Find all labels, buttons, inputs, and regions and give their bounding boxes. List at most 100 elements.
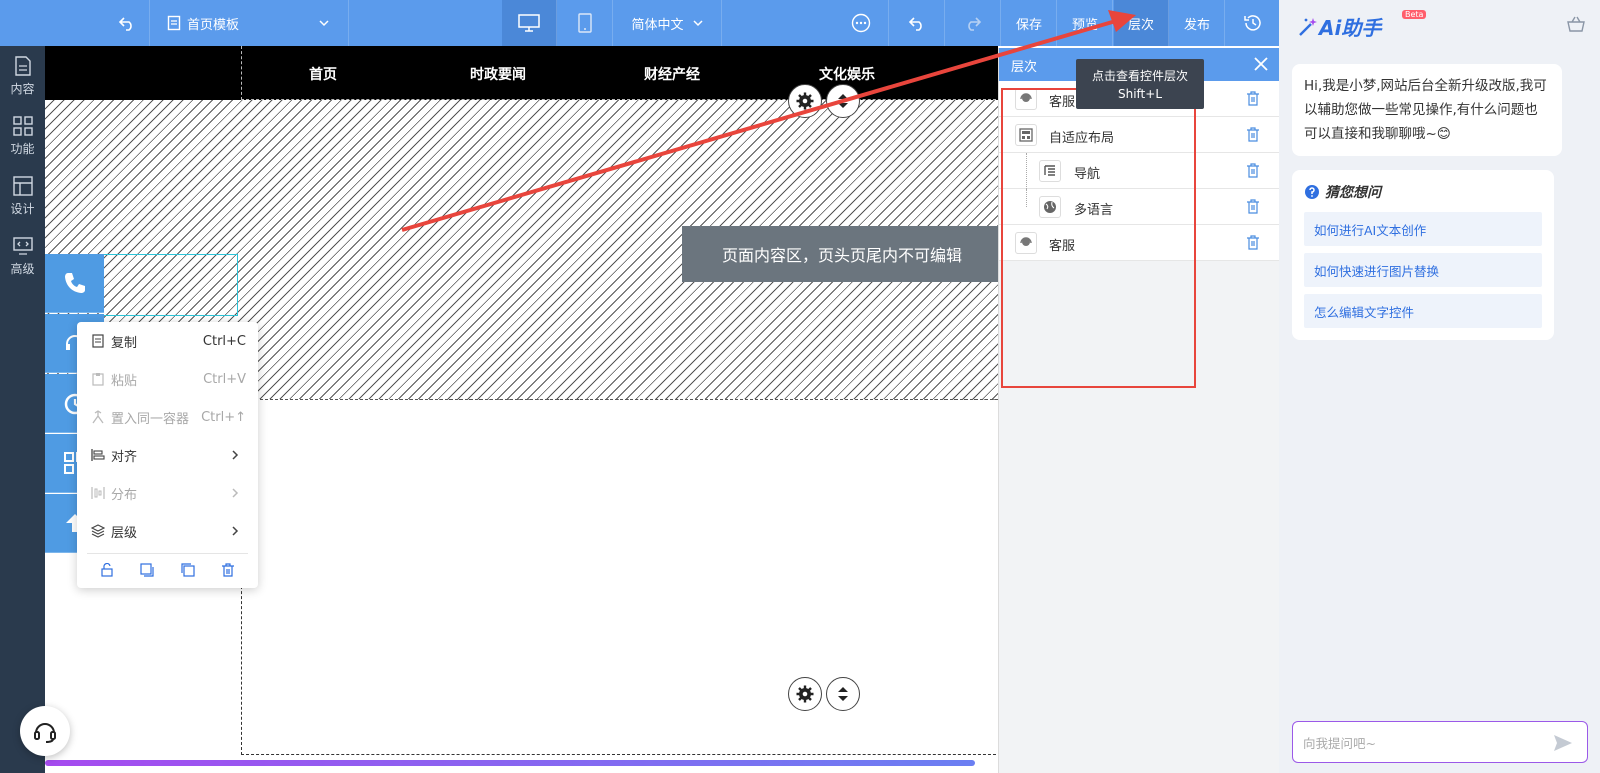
redo-icon — [968, 17, 982, 31]
language-select[interactable]: 简体中文 — [614, 0, 722, 46]
ai-input-box — [1292, 721, 1588, 763]
nav-function-label: 功能 — [10, 141, 35, 156]
layer-panel-title: 层次 — [1011, 60, 1038, 75]
suggested-questions-title: 猜您想问 — [1304, 182, 1381, 202]
back-button[interactable] — [105, 0, 150, 46]
context-menu: 复制 Ctrl+C 粘贴 Ctrl+V 置入同一容器 Ctrl+↑ 对齐 分布 … — [77, 322, 258, 588]
menu-distribute[interactable]: 分布 — [77, 474, 258, 512]
ai-logo: Ai助手 — [1297, 12, 1381, 41]
progress-gradient-bar — [45, 760, 975, 766]
chevron-right-icon — [232, 526, 239, 536]
menu-layer-label: 层级 — [111, 525, 138, 541]
undo-icon — [908, 17, 922, 31]
unlock-icon[interactable] — [100, 562, 114, 577]
nav-function[interactable]: 功能 — [0, 106, 45, 166]
ai-brand: Ai助手 — [1319, 16, 1382, 40]
guess-title-text: 猜您想问 — [1325, 185, 1381, 201]
layers-label: 层次 — [1127, 17, 1154, 33]
nav-dashed-boundary — [241, 46, 998, 100]
resize-vertical-icon — [838, 94, 848, 108]
layer-highlight-box — [1001, 88, 1196, 388]
menu-copy[interactable]: 复制 Ctrl+C — [77, 322, 258, 360]
nav-content[interactable]: 内容 — [0, 46, 45, 106]
content-area[interactable] — [241, 400, 998, 755]
more-button[interactable] — [834, 0, 889, 46]
publish-label: 发布 — [1183, 17, 1210, 33]
menu-copy-shortcut: Ctrl+C — [202, 333, 246, 349]
site-nav-politics[interactable]: 时政要闻 — [470, 64, 526, 84]
selected-widget-outline — [104, 254, 238, 316]
menu-layer[interactable]: 层级 — [77, 512, 258, 550]
beta-badge: Beta — [1402, 10, 1427, 19]
trash-icon[interactable] — [1246, 199, 1260, 214]
suggested-question-1[interactable]: 如何进行AI文本创作 — [1304, 212, 1542, 246]
menu-align-label: 对齐 — [111, 449, 138, 465]
menu-paste-shortcut: Ctrl+V — [203, 371, 246, 387]
trash-icon[interactable] — [221, 562, 235, 577]
section-settings-button[interactable] — [788, 84, 822, 118]
history-icon — [1243, 15, 1261, 31]
gear-icon — [796, 685, 814, 703]
ai-question-input[interactable] — [1303, 732, 1543, 754]
tooltip-shortcut: Shift+L — [1117, 87, 1162, 101]
layers-button[interactable]: 层次 — [1114, 0, 1169, 46]
bring-front-icon[interactable] — [140, 562, 154, 577]
close-icon[interactable] — [1252, 55, 1270, 73]
chevron-down-icon — [692, 20, 703, 27]
tooltip-text: 点击查看控件层次 — [1091, 69, 1188, 83]
site-nav-finance[interactable]: 财经产经 — [644, 64, 700, 84]
suggested-questions-card: 猜您想问 如何进行AI文本创作 如何快速进行图片替换 怎么编辑文字控件 — [1292, 170, 1554, 340]
top-toolbar: 首页模板 简体中文 保存 预览 层次 发布 — [0, 0, 1279, 46]
grid-icon — [12, 115, 33, 136]
send-back-icon[interactable] — [181, 562, 195, 577]
content-resize-button[interactable] — [826, 677, 860, 711]
chevron-down-icon — [319, 20, 329, 27]
site-nav-culture[interactable]: 文化娱乐 — [819, 64, 875, 84]
language-label: 简体中文 — [631, 17, 684, 33]
nav-advanced[interactable]: 高级 — [0, 226, 45, 286]
save-label: 保存 — [1015, 17, 1042, 33]
menu-move-into-container[interactable]: 置入同一容器 Ctrl+↑ — [77, 398, 258, 436]
menu-paste[interactable]: 粘贴 Ctrl+V — [77, 360, 258, 398]
phone-tile[interactable] — [45, 254, 104, 313]
menu-distribute-label: 分布 — [111, 487, 138, 503]
suggested-question-2[interactable]: 如何快速进行图片替换 — [1304, 253, 1542, 287]
support-button[interactable] — [20, 706, 70, 756]
template-name: 首页模板 — [187, 17, 240, 33]
locked-area-notice: 页面内容区，页头页尾内不可编辑 — [682, 226, 998, 282]
content-settings-button[interactable] — [788, 677, 822, 711]
save-button[interactable]: 保存 — [1002, 0, 1057, 46]
section-resize-button[interactable] — [826, 84, 860, 118]
menu-move-label: 置入同一容器 — [111, 411, 190, 427]
left-nav: 内容 功能 设计 高级 — [0, 46, 45, 773]
chevron-right-icon — [232, 488, 239, 498]
trash-icon[interactable] — [1246, 235, 1260, 250]
trash-icon[interactable] — [1246, 91, 1260, 106]
trash-icon[interactable] — [1246, 163, 1260, 178]
layers-icon — [91, 524, 105, 538]
redo-button[interactable] — [946, 0, 1001, 46]
question-circle-icon — [1305, 185, 1319, 199]
desktop-view-button[interactable] — [502, 0, 557, 46]
more-dots-icon — [851, 13, 871, 33]
align-icon — [91, 449, 105, 461]
mobile-view-button[interactable] — [558, 0, 613, 46]
nav-design-label: 设计 — [10, 201, 35, 216]
template-select[interactable]: 首页模板 — [151, 0, 349, 46]
history-button[interactable] — [1226, 0, 1279, 46]
trash-icon[interactable] — [1246, 127, 1260, 142]
menu-align[interactable]: 对齐 — [77, 436, 258, 474]
publish-button[interactable]: 发布 — [1170, 0, 1225, 46]
back-arrow-icon — [118, 17, 132, 31]
distribute-icon — [91, 487, 105, 499]
paste-icon — [92, 373, 104, 386]
site-nav-home[interactable]: 首页 — [309, 64, 337, 84]
send-icon[interactable] — [1553, 734, 1573, 752]
resize-vertical-icon — [838, 687, 848, 701]
basket-icon[interactable] — [1567, 16, 1585, 32]
nav-design[interactable]: 设计 — [0, 166, 45, 226]
preview-button[interactable]: 预览 — [1058, 0, 1113, 46]
copy-icon — [92, 334, 104, 348]
suggested-question-3[interactable]: 怎么编辑文字控件 — [1304, 294, 1542, 328]
undo-button[interactable] — [890, 0, 945, 46]
